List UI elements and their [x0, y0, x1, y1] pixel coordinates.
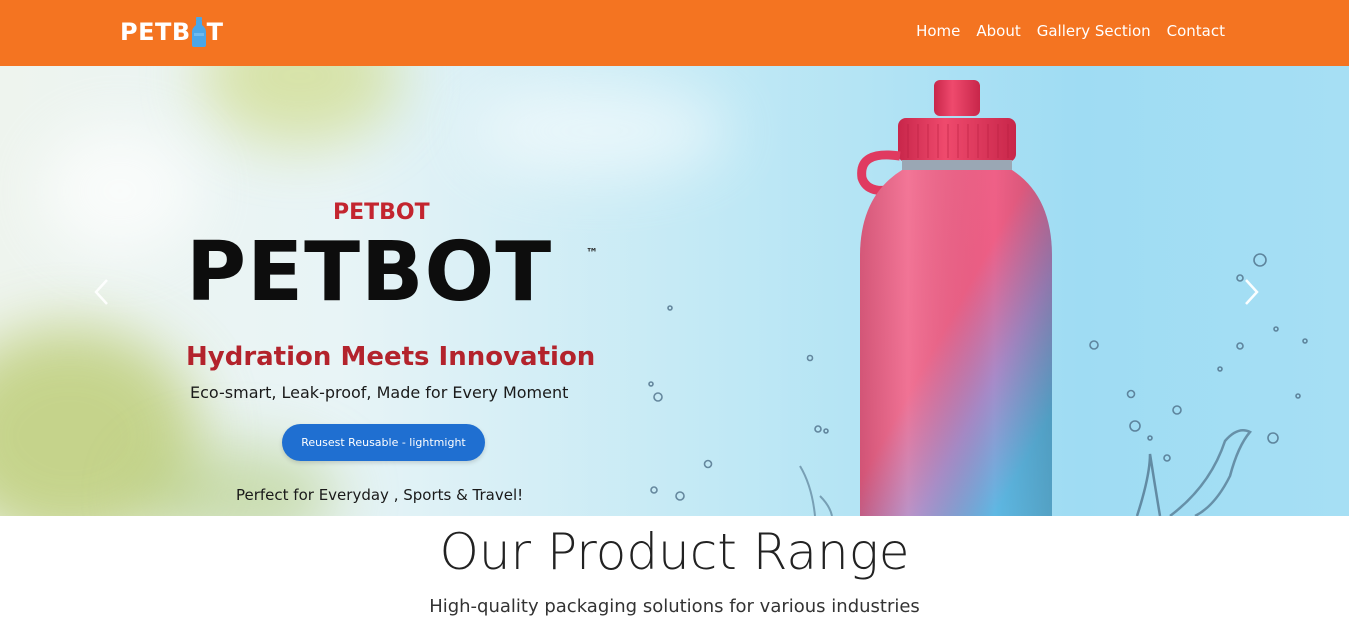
carousel-prev-button[interactable] — [88, 276, 118, 308]
main-nav: Home About Gallery Section Contact — [916, 22, 1225, 40]
hero-footer-line: Perfect for Everyday , Sports & Travel! — [236, 486, 524, 504]
top-navbar: PETB T Home About Gallery Section Contac… — [0, 0, 1349, 66]
brand-text-right: T — [206, 18, 224, 46]
trademark-symbol: ™ — [586, 246, 598, 260]
hero-cta-badge: Reusest Reusable - lightmight — [282, 424, 485, 461]
hero-small-brand: PETBOT — [333, 200, 430, 225]
nav-contact[interactable]: Contact — [1167, 22, 1225, 40]
hero-tagline: Hydration Meets Innovation — [186, 342, 596, 372]
brand-logo[interactable]: PETB T — [120, 15, 224, 49]
nav-home[interactable]: Home — [916, 22, 960, 40]
chevron-right-icon — [1245, 279, 1259, 305]
hero-subline: Eco-smart, Leak-proof, Made for Every Mo… — [190, 383, 569, 402]
carousel-next-button[interactable] — [1235, 276, 1265, 308]
bottle-icon — [191, 17, 206, 47]
hero-big-brand: PETBOT — [186, 225, 553, 320]
chevron-left-icon — [94, 279, 108, 305]
nav-about[interactable]: About — [976, 22, 1020, 40]
hero-carousel: PETBOT PETBOT ™ Hydration Meets Innovati… — [0, 66, 1349, 516]
product-range-subtitle: High-quality packaging solutions for var… — [429, 596, 920, 617]
nav-gallery-section[interactable]: Gallery Section — [1037, 22, 1151, 40]
product-range-title: Our Product Range — [439, 523, 910, 581]
water-bottle-image — [857, 80, 1052, 516]
brand-text-left: PETB — [120, 18, 191, 46]
